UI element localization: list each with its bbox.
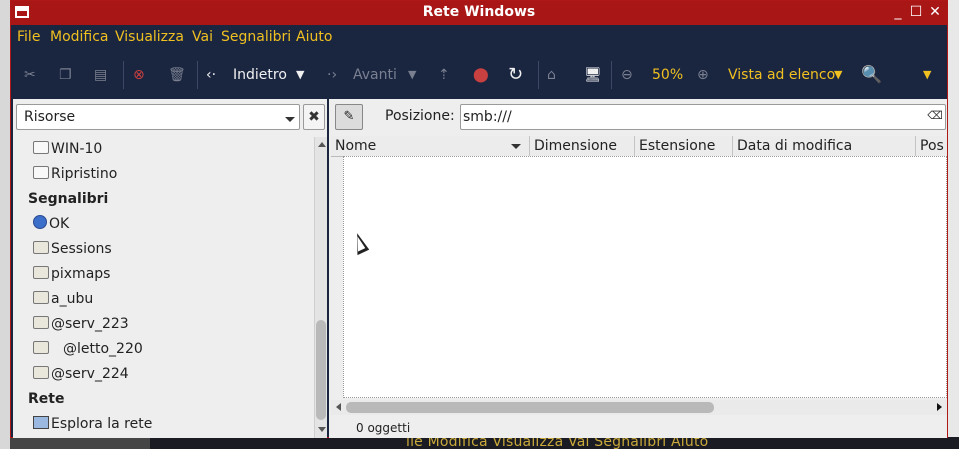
places-list: WIN-10 Ripristino Segnalibri OK Sessions…	[13, 137, 313, 437]
column-name[interactable]: Nome	[331, 136, 530, 157]
copy-icon[interactable]: ❐	[59, 62, 72, 88]
background-menu-text: ile Modifica Visualizza Vai Segnalibri A…	[406, 437, 709, 449]
folder-icon	[33, 266, 49, 279]
up-icon[interactable]: ⇡	[438, 62, 450, 88]
chevron-down-icon	[285, 117, 295, 122]
network-share-icon	[33, 215, 47, 229]
side-pane-selector-value: Risorse	[24, 109, 76, 125]
scroll-left-icon[interactable]	[336, 403, 341, 411]
close-side-pane-button[interactable]: ✖	[303, 104, 325, 130]
cut-icon[interactable]: ✂	[24, 62, 36, 88]
home-icon[interactable]: ⌂	[547, 62, 556, 88]
network-header: Rete	[28, 391, 65, 407]
bookmark-item[interactable]: @serv_223	[33, 313, 129, 335]
paste-icon[interactable]: ▤	[94, 62, 107, 88]
window-title: Rete Windows	[422, 4, 536, 20]
menu-file[interactable]: File	[17, 29, 40, 45]
status-text: 0 oggetti	[356, 421, 411, 435]
folder-icon	[33, 241, 49, 254]
zoom-in-icon[interactable]: ⊕	[697, 62, 709, 88]
places-item[interactable]: Ripristino	[33, 163, 117, 185]
trash-icon[interactable]: 🗑	[168, 62, 186, 88]
menu-modifica[interactable]: Modifica	[50, 29, 109, 45]
clear-location-icon[interactable]: ⌫	[927, 109, 943, 123]
bookmark-item[interactable]: @letto_220	[33, 338, 143, 360]
desktop-right-strip	[947, 0, 959, 449]
maximize-icon[interactable]: ☐	[909, 5, 923, 19]
desktop-left-strip	[0, 0, 10, 449]
location-label: Posizione:	[385, 108, 455, 124]
forward-button[interactable]: Avanti	[353, 62, 397, 88]
close-icon[interactable]: ✕	[928, 5, 942, 19]
scrollbar-thumb[interactable]	[346, 402, 714, 413]
column-extension[interactable]: Estensione	[635, 136, 733, 157]
menu-segnalibri[interactable]: Segnalibri	[221, 29, 291, 45]
scrollbar-thumb[interactable]	[316, 320, 326, 420]
side-pane-scrollbar[interactable]	[314, 137, 327, 438]
column-modified[interactable]: Data di modifica	[733, 136, 916, 157]
folder-icon	[33, 366, 49, 379]
menu-visualizza[interactable]: Visualizza	[115, 29, 184, 45]
network-icon	[33, 416, 49, 429]
folder-icon	[33, 291, 49, 304]
location-input[interactable]	[463, 107, 918, 127]
file-manager-window: Rete Windows _ ☐ ✕ File Modifica Visuali…	[10, 0, 948, 438]
back-history-dropdown-icon[interactable]: ▼	[296, 62, 304, 88]
reload-icon[interactable]: ↻	[508, 62, 523, 88]
network-item[interactable]: Esplora la rete	[33, 413, 152, 435]
toolbar-separator	[197, 61, 198, 89]
minimize-icon[interactable]: _	[891, 5, 905, 19]
side-pane: Risorse ✖ WIN-10 Ripristino Segnalibri O…	[13, 99, 327, 438]
bookmark-item[interactable]: Sessions	[33, 238, 112, 260]
drive-icon	[33, 166, 49, 179]
zoom-level[interactable]: 50%	[652, 62, 683, 88]
location-field[interactable]: ⌫	[460, 104, 946, 130]
menu-vai[interactable]: Vai	[192, 29, 213, 45]
places-item[interactable]: WIN-10	[33, 138, 102, 160]
file-list-hscrollbar[interactable]	[331, 400, 947, 415]
back-arrow-icon[interactable]: ‹·	[206, 62, 216, 88]
toolbar-separator	[123, 61, 124, 89]
view-mode-select[interactable]: Vista ad elenco	[728, 62, 835, 88]
main-pane: ✎ Posizione: ⌫ Nome Dimensione Estension…	[329, 99, 947, 438]
file-list[interactable]	[343, 156, 947, 398]
column-header: Nome Dimensione Estensione Data di modif…	[331, 136, 947, 157]
forward-arrow-icon[interactable]: ·›	[327, 62, 337, 88]
bookmark-item[interactable]: pixmaps	[33, 263, 110, 285]
column-position[interactable]: Pos	[916, 136, 947, 157]
background-window-menubar: ile Modifica Visualizza Vai Segnalibri A…	[150, 437, 959, 449]
toolbar-separator	[538, 61, 539, 89]
toolbar-separator	[611, 61, 612, 89]
scroll-right-icon[interactable]	[937, 403, 942, 411]
toolbar-overflow-icon[interactable]: ▼	[923, 62, 931, 88]
stop-icon[interactable]: ⬤	[473, 62, 489, 88]
drive-icon	[33, 141, 49, 154]
scroll-down-icon[interactable]	[318, 427, 326, 432]
column-size[interactable]: Dimensione	[530, 136, 635, 157]
bookmark-item[interactable]: a_ubu	[33, 288, 93, 310]
scroll-up-icon[interactable]	[318, 142, 326, 147]
sort-arrow-icon	[511, 144, 521, 149]
bookmark-item[interactable]: @serv_224	[33, 363, 129, 385]
menu-bar: File Modifica Visualizza Vai Segnalibri …	[11, 25, 947, 51]
zoom-out-icon[interactable]: ⊖	[621, 62, 633, 88]
pencil-icon: ✎	[343, 109, 355, 124]
back-button[interactable]: Indietro	[233, 62, 287, 88]
folder-icon	[33, 316, 49, 329]
menu-aiuto[interactable]: Aiuto	[296, 29, 332, 45]
computer-icon[interactable]: 🖥	[584, 62, 602, 88]
side-pane-selector[interactable]: Risorse	[16, 104, 300, 130]
toolbar: ✂ ❐ ▤ ⊗ 🗑 ‹· Indietro ▼ ·› Avanti ▼ ⇡ ⬤ …	[11, 51, 947, 99]
edit-location-button[interactable]: ✎	[335, 104, 363, 130]
bookmark-item[interactable]: OK	[33, 213, 69, 235]
folder-icon	[33, 341, 49, 354]
forward-history-dropdown-icon[interactable]: ▼	[408, 62, 416, 88]
stop-delete-icon[interactable]: ⊗	[133, 62, 145, 88]
bookmarks-header: Segnalibri	[28, 191, 109, 207]
title-bar[interactable]: Rete Windows _ ☐ ✕	[11, 1, 947, 25]
search-icon[interactable]: 🔍	[861, 62, 882, 88]
view-mode-dropdown-icon[interactable]: ▼	[834, 62, 842, 88]
